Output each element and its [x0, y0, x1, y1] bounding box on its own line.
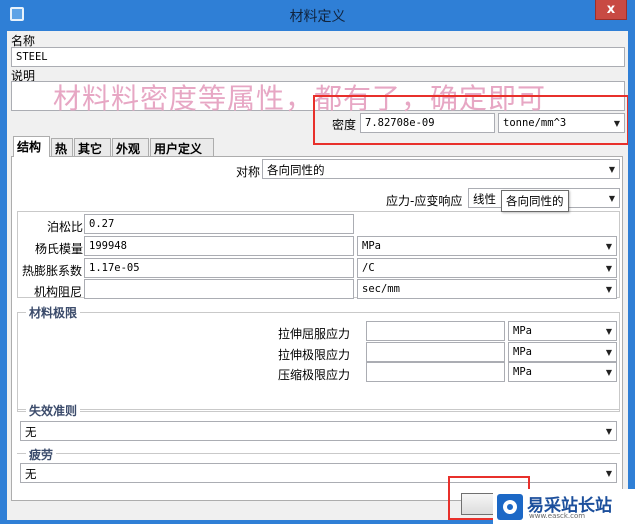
youngs-modulus-unit-select[interactable]: MPa ▼ [357, 236, 617, 256]
chevron-down-icon: ▼ [605, 285, 612, 294]
tab-user-defined[interactable]: 用户定义 [150, 138, 214, 156]
chevron-down-icon: ▼ [605, 327, 612, 336]
damping-unit-select[interactable]: sec/mm ▼ [357, 279, 617, 299]
failure-criterion-title: 失效准则 [26, 402, 81, 419]
damping-label: 机构阻尼 [34, 285, 83, 299]
chevron-down-icon: ▼ [605, 348, 612, 357]
tab-other[interactable]: 其它 [74, 138, 111, 156]
tensile-ultimate-field[interactable] [366, 342, 505, 362]
chevron-down-icon: ▼ [613, 119, 620, 128]
tensile-ultimate-unit-select[interactable]: MPa ▼ [508, 342, 617, 362]
thermal-expansion-field[interactable]: 1.17e-05 [84, 258, 354, 278]
watermark-logo-icon [497, 494, 523, 520]
thermal-expansion-label: 热膨胀系数 [22, 264, 83, 278]
tensile-ultimate-label: 拉伸极限应力 [278, 348, 351, 362]
symmetry-select[interactable]: 各向同性的 ▼ [262, 159, 620, 179]
window-title: 材料定义 [289, 9, 346, 25]
fatigue-title: 疲劳 [26, 446, 57, 463]
chevron-down-icon: ▼ [605, 264, 612, 273]
material-limits-title: 材料极限 [26, 304, 81, 321]
tab-structure[interactable]: 结构 [13, 136, 50, 157]
tensile-yield-unit-select[interactable]: MPa ▼ [508, 321, 617, 341]
symmetry-value: 各向同性的 [267, 163, 325, 177]
fatigue-divider [17, 453, 620, 454]
chevron-down-icon: ▼ [608, 194, 615, 203]
symmetry-label: 对称 [236, 165, 261, 179]
name-field[interactable]: STEEL [11, 47, 625, 67]
dialog-body: 名称 STEEL 说明 材料料密度等属性，都有了，确定即可 密度 7.82708… [7, 31, 628, 520]
stress-strain-value: 线性 [473, 192, 496, 206]
poisson-ratio-field[interactable]: 0.27 [84, 214, 354, 234]
poisson-ratio-label: 泊松比 [47, 220, 84, 234]
density-unit-select[interactable]: tonne/mm^3 ▼ [498, 113, 625, 133]
chevron-down-icon: ▼ [605, 469, 612, 478]
compressive-ultimate-label: 压缩极限应力 [278, 368, 351, 382]
density-field[interactable]: 7.82708e-09 [360, 113, 495, 133]
density-label: 密度 [332, 118, 357, 132]
compressive-ultimate-unit-select[interactable]: MPa ▼ [508, 362, 617, 382]
chevron-down-icon: ▼ [608, 165, 615, 174]
tensile-yield-unit: MPa [513, 325, 532, 337]
structure-panel: 对称 各向同性的 ▼ 应力-应变响应 线性 ▼ 各向同性的 泊松比 0.27 杨… [11, 156, 623, 501]
tab-thermal[interactable]: 热 [51, 138, 73, 156]
density-unit-value: tonne/mm^3 [503, 117, 567, 129]
watermark: 易采站长站 www.easck.com [493, 489, 635, 524]
thermal-expansion-unit: /C [362, 262, 375, 274]
chevron-down-icon: ▼ [605, 427, 612, 436]
thermal-expansion-unit-select[interactable]: /C ▼ [357, 258, 617, 278]
tensile-ultimate-unit: MPa [513, 346, 532, 358]
tensile-yield-label: 拉伸屈服应力 [278, 327, 351, 341]
damping-field[interactable] [84, 279, 354, 299]
fatigue-value: 无 [25, 467, 37, 481]
youngs-modulus-unit: MPa [362, 240, 381, 252]
youngs-modulus-label: 杨氏模量 [35, 242, 84, 256]
close-button[interactable]: x [595, 0, 627, 20]
title-bar: 材料定义 x [0, 0, 635, 31]
failure-criterion-value: 无 [25, 425, 37, 439]
compressive-ultimate-field[interactable] [366, 362, 505, 382]
chevron-down-icon: ▼ [605, 368, 612, 377]
chevron-down-icon: ▼ [605, 242, 612, 251]
watermark-url: www.easck.com [529, 512, 586, 520]
annotation-text: 材料料密度等属性，都有了，确定即可 [53, 82, 547, 115]
youngs-modulus-field[interactable]: 199948 [84, 236, 354, 256]
tooltip: 各向同性的 [501, 190, 569, 212]
tensile-yield-field[interactable] [366, 321, 505, 341]
stress-strain-label: 应力-应变响应 [386, 194, 463, 208]
failure-divider [17, 409, 620, 410]
compressive-ultimate-unit: MPa [513, 366, 532, 378]
tab-appearance[interactable]: 外观 [112, 138, 149, 156]
damping-unit: sec/mm [362, 283, 400, 295]
fatigue-select[interactable]: 无 ▼ [20, 463, 617, 483]
failure-criterion-select[interactable]: 无 ▼ [20, 421, 617, 441]
